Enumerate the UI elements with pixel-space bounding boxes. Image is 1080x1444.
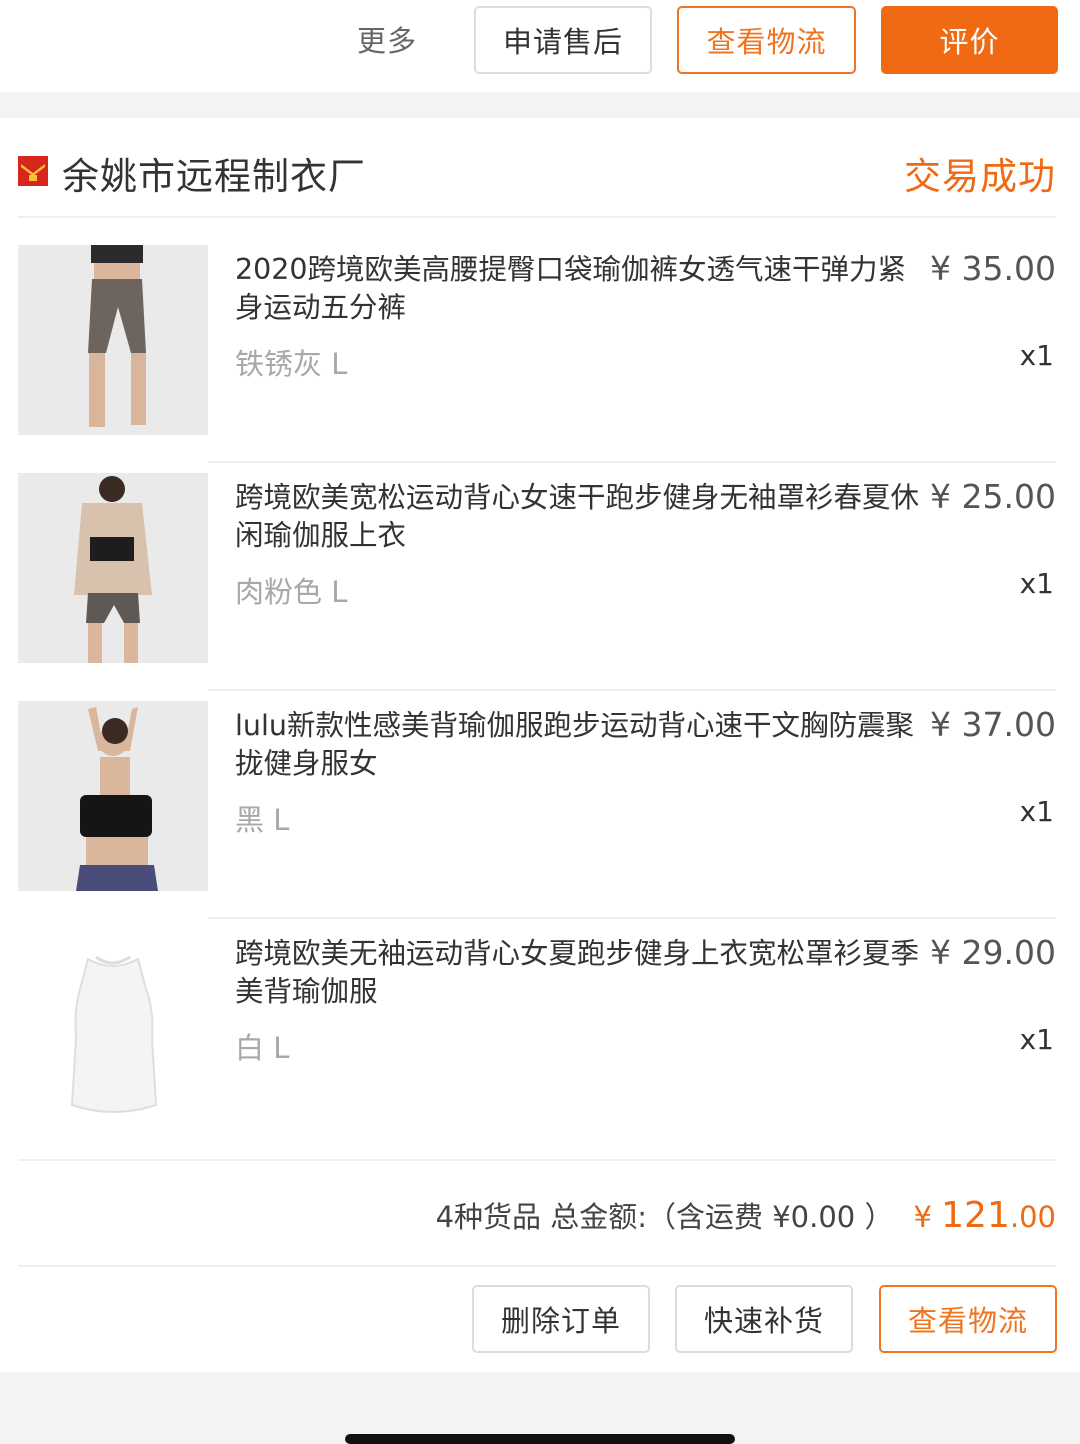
product-title[interactable]: 跨境欧美无袖运动背心女夏跑步健身上衣宽松罩衫夏季美背瑜伽服 — [235, 935, 925, 1011]
order-item[interactable]: 2020跨境欧美高腰提臀口袋瑜伽裤女透气速干弹力紧身运动五分裤 ¥ 35.00 … — [0, 235, 1080, 463]
delete-order-button[interactable]: 删除订单 — [472, 1285, 650, 1353]
order-item[interactable]: 跨境欧美宽松运动背心女速干跑步健身无袖罩衫春夏休闲瑜伽服上衣 ¥ 25.00 肉… — [0, 463, 1080, 691]
product-price: ¥ 37.00 — [930, 705, 1056, 744]
product-image[interactable] — [18, 929, 208, 1119]
product-title[interactable]: 2020跨境欧美高腰提臀口袋瑜伽裤女透气速干弹力紧身运动五分裤 — [235, 251, 925, 327]
summary-divider — [18, 1159, 1056, 1161]
product-quantity: x1 — [1019, 567, 1054, 600]
shop-badge-icon — [18, 156, 48, 186]
summary-text: 4种货品 总金额:（含运费 ¥0.00 ） — [435, 1200, 894, 1234]
product-price: ¥ 29.00 — [930, 933, 1056, 972]
previous-order-actions: 更多 申请售后 查看物流 评价 — [0, 0, 1080, 92]
order-item[interactable]: lulu新款性感美背瑜伽服跑步运动背心速干文胸防震聚拢健身服女 ¥ 37.00 … — [0, 691, 1080, 919]
order-status: 交易成功 — [904, 155, 1056, 198]
product-spec: 肉粉色 L — [235, 575, 348, 609]
review-button[interactable]: 评价 — [881, 6, 1058, 74]
product-quantity: x1 — [1019, 795, 1054, 828]
order-total: ¥ 121.00 — [913, 1195, 1056, 1236]
actions-divider — [18, 1265, 1056, 1267]
product-image[interactable] — [18, 473, 208, 663]
order-card: 余姚市远程制衣厂 交易成功 2020跨境欧美高腰提臀口袋瑜伽裤女透气速干弹力紧身… — [0, 118, 1080, 1372]
product-price: ¥ 25.00 — [930, 477, 1056, 516]
more-button[interactable]: 更多 — [357, 18, 417, 60]
after-sale-button[interactable]: 申请售后 — [474, 6, 652, 74]
order-summary: 4种货品 总金额:（含运费 ¥0.00 ） ¥ 121.00 — [436, 1194, 1056, 1236]
order-item[interactable]: 跨境欧美无袖运动背心女夏跑步健身上衣宽松罩衫夏季美背瑜伽服 ¥ 29.00 白 … — [0, 919, 1080, 1147]
header-divider — [18, 216, 1056, 218]
product-spec: 铁锈灰 L — [235, 347, 348, 381]
product-quantity: x1 — [1019, 339, 1054, 372]
total-currency: ¥ — [913, 1200, 932, 1234]
total-integer: 121 — [941, 1195, 1010, 1236]
product-title[interactable]: 跨境欧美宽松运动背心女速干跑步健身无袖罩衫春夏休闲瑜伽服上衣 — [235, 479, 925, 555]
product-image[interactable] — [18, 245, 208, 435]
product-spec: 白 L — [235, 1031, 290, 1065]
product-price: ¥ 35.00 — [930, 249, 1056, 288]
product-quantity: x1 — [1019, 1023, 1054, 1056]
shop-name[interactable]: 余姚市远程制衣厂 — [62, 146, 366, 200]
product-spec: 黑 L — [235, 803, 290, 837]
product-image[interactable] — [18, 701, 208, 891]
quick-reorder-button[interactable]: 快速补货 — [675, 1285, 853, 1353]
total-decimal: .00 — [1009, 1200, 1056, 1234]
view-logistics-button[interactable]: 查看物流 — [879, 1285, 1057, 1353]
product-title[interactable]: lulu新款性感美背瑜伽服跑步运动背心速干文胸防震聚拢健身服女 — [235, 707, 925, 783]
view-logistics-button[interactable]: 查看物流 — [677, 6, 856, 74]
home-indicator — [345, 1434, 735, 1444]
